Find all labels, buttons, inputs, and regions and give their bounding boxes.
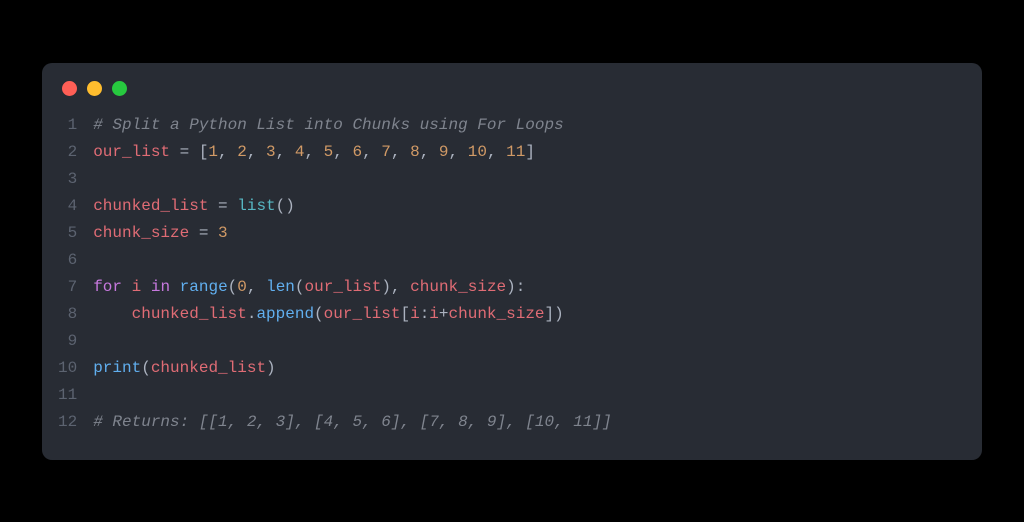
code-line: chunked_list.append(our_list[i:i+chunk_s… (93, 301, 611, 328)
code-token: chunk_size (449, 305, 545, 323)
code-line (93, 382, 611, 409)
code-token: 5 (324, 143, 334, 161)
code-token: chunked_list (132, 305, 247, 323)
line-number: 9 (58, 328, 77, 355)
code-line (93, 166, 611, 193)
code-token: ]) (545, 305, 564, 323)
code-token: , (247, 278, 266, 296)
code-token: # Split a Python List into Chunks using … (93, 116, 563, 134)
line-number: 12 (58, 409, 77, 436)
code-token: i (132, 278, 142, 296)
code-token: chunked_list (151, 359, 266, 377)
code-content: # Split a Python List into Chunks using … (93, 112, 611, 436)
code-token: print (93, 359, 141, 377)
code-token: append (256, 305, 314, 323)
code-token: ( (141, 359, 151, 377)
code-token: , (333, 143, 352, 161)
code-token: # Returns: [[1, 2, 3], [4, 5, 6], [7, 8,… (93, 413, 611, 431)
code-token: , (362, 143, 381, 161)
line-number-gutter: 123456789101112 (58, 112, 93, 436)
code-token: ] (525, 143, 535, 161)
code-token (122, 278, 132, 296)
code-token: ( (314, 305, 324, 323)
code-token: i (429, 305, 439, 323)
code-line: chunk_size = 3 (93, 220, 611, 247)
code-token (170, 278, 180, 296)
code-token: = [ (170, 143, 208, 161)
code-token: + (439, 305, 449, 323)
code-token: ): (506, 278, 525, 296)
code-token: , (218, 143, 237, 161)
code-token: = (189, 224, 218, 242)
line-number: 8 (58, 301, 77, 328)
code-area: 123456789101112 # Split a Python List in… (42, 112, 982, 436)
code-token: i (410, 305, 420, 323)
close-icon[interactable] (62, 81, 77, 96)
code-token: ( (295, 278, 305, 296)
code-token: 6 (352, 143, 362, 161)
code-token: 0 (237, 278, 247, 296)
code-token: 3 (266, 143, 276, 161)
code-token: for (93, 278, 122, 296)
code-token: len (266, 278, 295, 296)
code-token (93, 305, 131, 323)
code-token: in (151, 278, 170, 296)
code-token (141, 278, 151, 296)
code-line: # Returns: [[1, 2, 3], [4, 5, 6], [7, 8,… (93, 409, 611, 436)
code-token: () (276, 197, 295, 215)
code-token: our_list (324, 305, 401, 323)
code-token: , (276, 143, 295, 161)
code-token: our_list (305, 278, 382, 296)
code-line (93, 328, 611, 355)
line-number: 5 (58, 220, 77, 247)
code-token: 1 (208, 143, 218, 161)
line-number: 2 (58, 139, 77, 166)
code-token: 9 (439, 143, 449, 161)
code-token: , (304, 143, 323, 161)
code-token: 11 (506, 143, 525, 161)
code-line: our_list = [1, 2, 3, 4, 5, 6, 7, 8, 9, 1… (93, 139, 611, 166)
line-number: 4 (58, 193, 77, 220)
code-token: chunked_list (93, 197, 208, 215)
code-line: # Split a Python List into Chunks using … (93, 112, 611, 139)
code-token: , (247, 143, 266, 161)
code-token: chunk_size (410, 278, 506, 296)
code-token: chunk_size (93, 224, 189, 242)
code-line: for i in range(0, len(our_list), chunk_s… (93, 274, 611, 301)
code-token: , (487, 143, 506, 161)
line-number: 7 (58, 274, 77, 301)
code-token: 3 (218, 224, 228, 242)
minimize-icon[interactable] (87, 81, 102, 96)
code-token: range (180, 278, 228, 296)
code-token: [ (400, 305, 410, 323)
maximize-icon[interactable] (112, 81, 127, 96)
code-token: , (420, 143, 439, 161)
line-number: 1 (58, 112, 77, 139)
code-token: : (420, 305, 430, 323)
window-titlebar (42, 81, 982, 112)
code-token: 10 (468, 143, 487, 161)
code-line (93, 247, 611, 274)
code-token: , (449, 143, 468, 161)
code-line: chunked_list = list() (93, 193, 611, 220)
code-token: 8 (410, 143, 420, 161)
code-line: print(chunked_list) (93, 355, 611, 382)
line-number: 11 (58, 382, 77, 409)
code-window: 123456789101112 # Split a Python List in… (42, 63, 982, 460)
line-number: 6 (58, 247, 77, 274)
code-token: our_list (93, 143, 170, 161)
code-token: list (237, 197, 275, 215)
code-token: ) (266, 359, 276, 377)
code-token: 7 (381, 143, 391, 161)
code-token: ), (381, 278, 410, 296)
code-token: = (208, 197, 237, 215)
line-number: 10 (58, 355, 77, 382)
code-token: . (247, 305, 257, 323)
line-number: 3 (58, 166, 77, 193)
code-token: 2 (237, 143, 247, 161)
code-token: ( (228, 278, 238, 296)
code-token: , (391, 143, 410, 161)
